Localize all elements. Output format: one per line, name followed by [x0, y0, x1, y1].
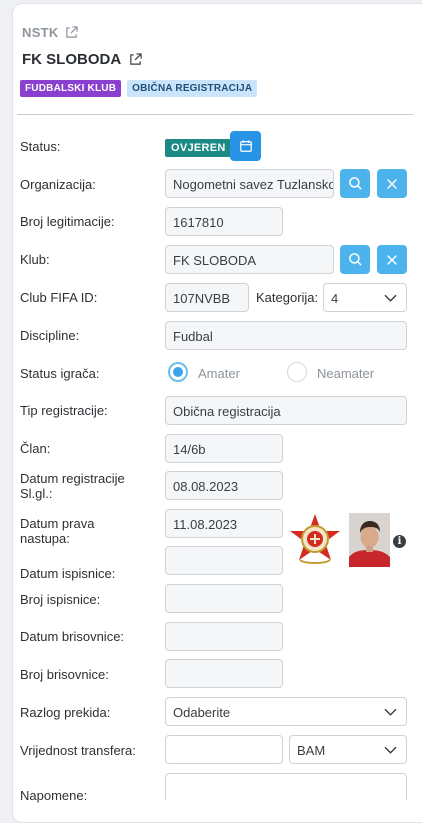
badge-group: FUDBALSKI KLUB OBIČNA REGISTRACIJA — [20, 80, 258, 97]
divider — [17, 114, 413, 115]
datum-registracije-label-line2: Sl.gl.: — [20, 486, 53, 501]
datum-registracije-field[interactable]: 08.08.2023 — [165, 471, 283, 500]
breadcrumb[interactable]: NSTK — [22, 25, 78, 40]
datum-ispisnice-field[interactable] — [165, 546, 283, 575]
club-fifa-id-field[interactable]: 107NVBB — [165, 283, 249, 312]
calendar-icon — [239, 140, 252, 152]
search-icon — [348, 253, 362, 266]
razlog-prekida-value: Odaberite — [173, 705, 231, 720]
external-link-icon[interactable] — [129, 53, 142, 66]
close-icon — [387, 178, 397, 189]
datum-brisovnice-label: Datum brisovnice: — [20, 629, 125, 644]
info-icon[interactable]: i — [393, 535, 406, 548]
chevron-down-icon — [384, 294, 397, 302]
datum-ispisnice-label: Datum ispisnice: — [20, 566, 116, 581]
neamater-radio[interactable] — [287, 362, 307, 382]
broj-legitimacije-label: Broj legitimacije: — [20, 214, 115, 229]
datum-brisovnice-field[interactable] — [165, 622, 283, 651]
breadcrumb-label[interactable]: NSTK — [22, 25, 59, 40]
tip-registracije-label: Tip registracije: — [20, 403, 108, 418]
broj-ispisnice-label: Broj ispisnice: — [20, 592, 101, 607]
page-title: FK SLOBODA — [22, 51, 142, 68]
datum-prava-label-line2: nastupa: — [20, 531, 70, 546]
klub-label: Klub: — [20, 252, 50, 267]
clan-label: Član: — [20, 441, 51, 456]
currency-select[interactable]: BAM — [289, 735, 407, 764]
chevron-down-icon — [384, 746, 397, 754]
discipline-label: Discipline: — [20, 328, 80, 343]
club-type-badge: FUDBALSKI KLUB — [20, 80, 122, 97]
razlog-prekida-label: Razlog prekida: — [20, 705, 111, 720]
broj-brisovnice-label: Broj brisovnice: — [20, 667, 109, 682]
kategorija-select[interactable]: 4 — [323, 283, 407, 312]
vrijednost-transfera-label: Vrijednost transfera: — [20, 743, 136, 758]
datum-registracije-label: Datum registracije Sl.gl.: — [20, 471, 125, 501]
amater-radio-label[interactable]: Amater — [198, 366, 240, 381]
search-organizacija-button[interactable] — [340, 169, 370, 198]
status-label: Status: — [20, 139, 61, 154]
organizacija-label: Organizacija: — [20, 177, 96, 192]
external-link-icon[interactable] — [65, 26, 78, 39]
napomene-label: Napomene: — [20, 788, 88, 803]
clear-organizacija-button[interactable] — [377, 169, 407, 198]
kategorija-value: 4 — [331, 291, 339, 306]
datum-prava-label-line1: Datum prava — [20, 516, 95, 531]
calendar-button[interactable] — [230, 131, 261, 161]
currency-value: BAM — [297, 743, 326, 758]
amater-radio[interactable] — [168, 362, 188, 382]
vrijednost-transfera-field[interactable] — [165, 735, 283, 764]
player-photo — [349, 513, 390, 567]
page-title-text: FK SLOBODA — [22, 51, 122, 68]
datum-prava-label: Datum prava nastupa: — [20, 516, 94, 546]
kategorija-label: Kategorija: — [256, 290, 319, 305]
clan-field[interactable]: 14/6b — [165, 434, 283, 463]
clear-klub-button[interactable] — [377, 245, 407, 274]
status-igraca-label: Status igrača: — [20, 366, 100, 381]
discipline-field[interactable]: Fudbal — [165, 321, 407, 350]
organizacija-field[interactable]: Nogometni savez Tuzlanskog kantona — [165, 169, 334, 198]
status-badge: OVJEREN — [165, 139, 232, 157]
broj-brisovnice-field[interactable] — [165, 659, 283, 688]
close-icon — [387, 254, 397, 265]
club-fifa-id-label: Club FIFA ID: — [20, 290, 98, 305]
club-logo — [290, 514, 340, 564]
chevron-down-icon — [384, 708, 397, 716]
registration-type-badge: OBIČNA REGISTRACIJA — [127, 80, 258, 97]
datum-registracije-label-line1: Datum registracije — [20, 471, 125, 486]
datum-prava-field[interactable]: 11.08.2023 — [165, 509, 283, 538]
search-klub-button[interactable] — [340, 245, 370, 274]
neamater-radio-label[interactable]: Neamater — [317, 366, 374, 381]
broj-legitimacije-field[interactable]: 1617810 — [165, 207, 283, 236]
napomene-textarea[interactable] — [165, 773, 407, 800]
broj-ispisnice-field[interactable] — [165, 584, 283, 613]
tip-registracije-field[interactable]: Obična registracija — [165, 396, 407, 425]
search-icon — [348, 177, 362, 190]
razlog-prekida-select[interactable]: Odaberite — [165, 697, 407, 726]
klub-field[interactable]: FK SLOBODA — [165, 245, 334, 274]
